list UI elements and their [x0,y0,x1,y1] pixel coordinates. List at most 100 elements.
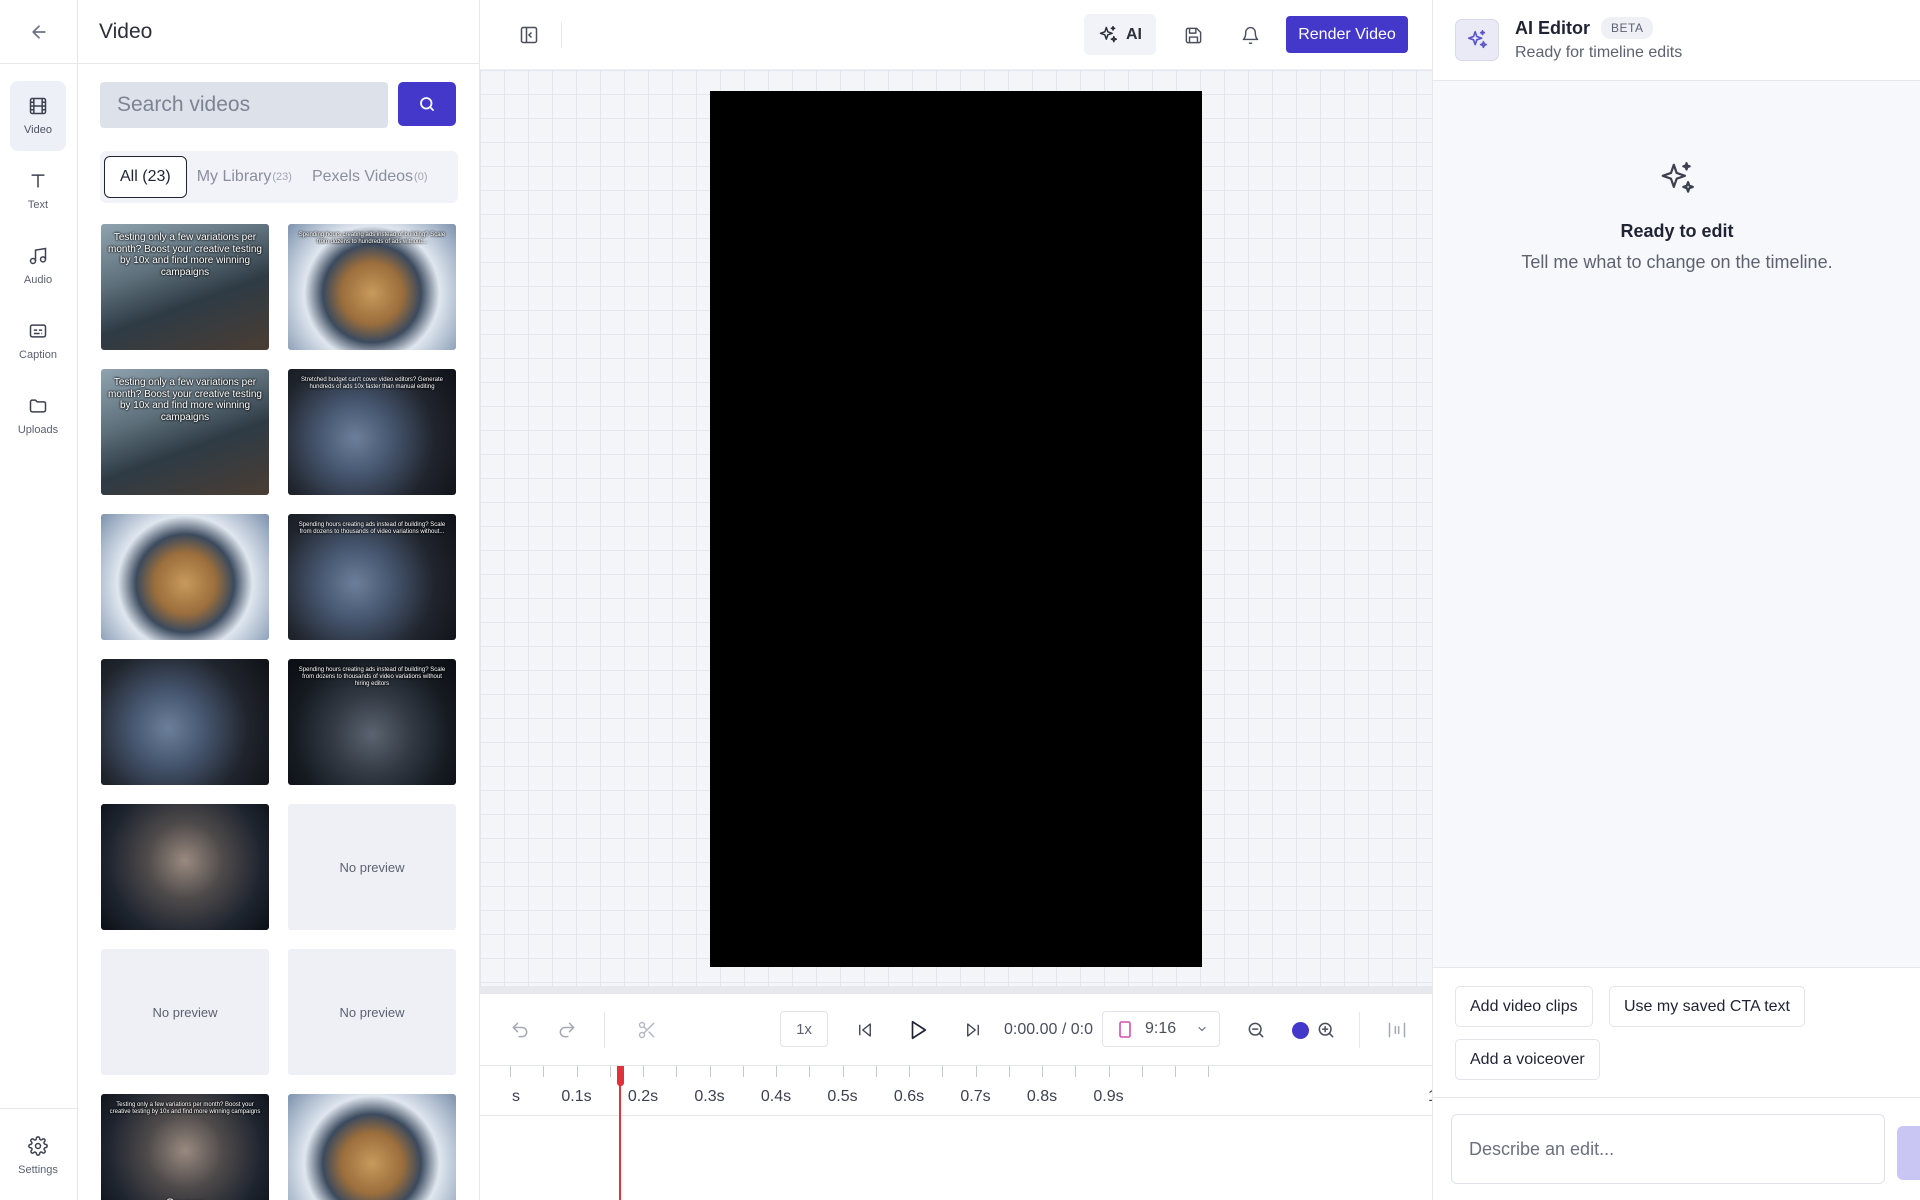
ruler-tick [1108,1066,1110,1077]
fit-timeline-button[interactable] [1382,994,1412,1066]
ruler-tick [1141,1066,1143,1077]
rail-item-uploads[interactable]: Uploads [10,381,66,451]
no-preview-label: No preview [339,1004,405,1020]
notifications-button[interactable] [1237,22,1263,48]
zoom-out-icon [1248,1022,1264,1038]
video-thumbnail[interactable]: Testing only a few variations per month?… [101,1094,269,1200]
ruler-tick [709,1066,711,1077]
search-input[interactable] [100,82,388,128]
undo-button[interactable] [504,994,536,1066]
gear-icon [28,1136,48,1156]
divider [561,22,562,48]
ruler-tick [809,1066,811,1077]
folder-icon [29,399,47,413]
ai-button[interactable]: AI [1084,14,1156,55]
back-button[interactable] [0,0,77,64]
ai-logo [1455,19,1499,61]
video-thumbnail[interactable]: Stretched budget can't cover video edito… [288,369,456,495]
ruler-tick-label: s [512,1088,520,1105]
playhead-handle[interactable] [617,1066,624,1086]
rail-label: Text [27,199,49,211]
video-thumbnail[interactable]: Testing only a few variations per month?… [101,369,269,495]
zoom-slider-handle[interactable] [1292,1022,1309,1039]
icon-rail: Video Text Audio Caption Uploads Setting… [0,0,78,1200]
media-panel: Video All (23) My Library(23) Pexels Vid… [78,0,480,1200]
thumbnail-caption: Testing only a few variations per month?… [109,1102,261,1115]
edit-prompt-input[interactable] [1451,1114,1885,1184]
timeline-track[interactable] [480,1116,1432,1200]
sparkles-icon [1467,30,1487,49]
rail-bottom: Settings [0,1108,78,1200]
rail-item-video[interactable]: Video [10,81,66,151]
divider [1359,1012,1360,1048]
tab-label: My Library [196,168,272,185]
aspect-ratio-select[interactable]: 9:16 [1102,1011,1220,1047]
save-button[interactable] [1180,22,1206,48]
render-video-button[interactable]: Render Video [1286,16,1408,53]
redo-button[interactable] [551,994,583,1066]
skip-back-button[interactable] [849,994,881,1066]
canvas-scrollbar[interactable] [480,986,1432,994]
toggle-sidebar-button[interactable] [516,22,542,48]
video-thumbnail[interactable]: No preview [288,804,456,930]
rail-item-audio[interactable]: Audio [10,231,66,301]
search-icon [420,97,434,111]
video-thumbnail[interactable] [101,659,269,785]
video-thumbnail[interactable]: Testing only a few variations per month?… [101,224,269,350]
current-time: 0:00.00 [1004,1021,1058,1038]
sidebar-toggle-icon [520,26,538,44]
send-button[interactable] [1897,1126,1920,1180]
rail-item-caption[interactable]: Caption [10,306,66,376]
ruler-tick-label: 0.6s [893,1088,925,1105]
empty-state-title: Ready to edit [1620,221,1734,241]
video-thumbnail[interactable] [101,514,269,640]
search-button[interactable] [398,82,456,126]
skip-back-icon [859,1023,871,1037]
thumbnail-caption: Stretched budget can't cover video edito… [301,377,443,390]
suggestion-use-saved-cta[interactable]: Use my saved CTA text [1609,986,1805,1027]
no-preview-label: No preview [339,859,405,875]
time-separator: / [1061,1021,1067,1038]
skip-forward-button[interactable] [957,994,989,1066]
aspect-ratio-value: 9:16 [1145,1020,1177,1037]
playhead[interactable] [619,1066,621,1200]
video-thumbnail[interactable] [101,804,269,930]
video-preview-frame[interactable] [710,91,1202,967]
tab-pexels-videos[interactable]: Pexels Videos (0) [302,156,438,198]
ruler-tick-label: 0.7s [960,1088,991,1105]
split-button[interactable] [631,994,663,1066]
ruler-tick-label: 0.1s [561,1088,592,1105]
skip-forward-icon [967,1023,979,1037]
scissors-icon [638,1021,655,1039]
video-thumbnail[interactable] [288,1094,456,1200]
rail-item-settings[interactable]: Settings [10,1121,66,1191]
video-editor-app: Video Text Audio Caption Uploads Setting… [0,0,1920,1200]
video-thumbnail[interactable]: Spending hours creating ads instead of b… [288,224,456,350]
ruler-tick [1175,1066,1176,1077]
playback-controls: 1x 0:00.00 / 0:0 9:16 [480,994,1432,1066]
tab-my-library[interactable]: My Library (23) [187,156,302,198]
save-icon [1185,27,1201,43]
video-thumbnail[interactable]: Spending hours creating ads instead of b… [288,659,456,785]
video-thumbnail[interactable]: Spending hours creating ads instead of b… [288,514,456,640]
ruler-tick [1042,1066,1043,1077]
ruler-tick-label: 0.9s [1093,1088,1124,1105]
beta-badge: BETA [1601,17,1654,39]
thumbnail-caption: Spending hours creating ads instead of b… [298,667,446,687]
zoom-in-button[interactable] [1311,994,1341,1066]
suggestions: Add video clips Use my saved CTA text Ad… [1433,967,1920,1097]
tab-all[interactable]: All (23) [104,156,187,198]
video-thumbnail[interactable]: No preview [288,949,456,1075]
rail-item-text[interactable]: Text [10,156,66,226]
bell-icon [1242,26,1258,44]
music-icon [29,247,47,265]
zoom-out-button[interactable] [1241,994,1271,1066]
video-thumbnail[interactable]: No preview [101,949,269,1075]
suggestion-add-video-clips[interactable]: Add video clips [1455,986,1593,1027]
suggestion-add-voiceover[interactable]: Add a voiceover [1455,1039,1600,1080]
play-button[interactable] [900,994,936,1066]
ruler-tick [875,1066,877,1077]
caption-icon [29,324,47,338]
source-tabs: All (23) My Library (23) Pexels Videos (0) [100,151,458,203]
speed-selector[interactable]: 1x [780,1011,828,1047]
